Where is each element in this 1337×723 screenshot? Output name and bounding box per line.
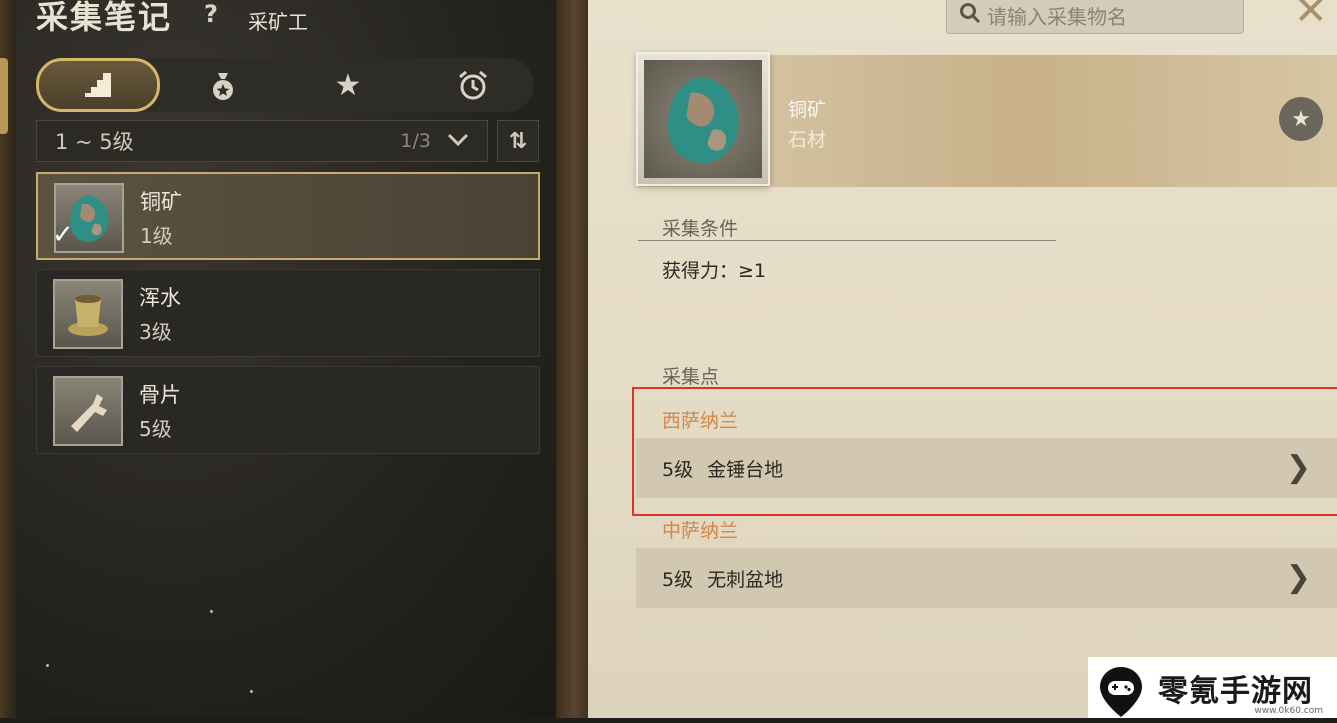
divider xyxy=(638,240,1056,241)
sort-icon: ⇅ xyxy=(508,128,528,154)
region-name: 西萨纳兰 xyxy=(662,410,739,432)
search-icon xyxy=(959,2,981,29)
sort-button[interactable]: ⇅ xyxy=(497,120,539,162)
alarm-clock-icon xyxy=(459,70,487,100)
tab-favorites[interactable]: ★ xyxy=(286,58,410,112)
point-place: 无刺盆地 xyxy=(707,568,784,591)
item-level: 5级 xyxy=(139,417,172,441)
copper-ore-icon xyxy=(644,60,762,178)
gather-point-row[interactable]: 5级 金锤台地 ❯ xyxy=(636,438,1337,498)
point-place: 金锤台地 xyxy=(707,458,784,481)
search-placeholder: 请输入采集物名 xyxy=(987,4,1127,29)
search-input[interactable]: 请输入采集物名 xyxy=(946,0,1244,34)
item-title: 铜矿 xyxy=(788,99,827,121)
bone-fragment-icon xyxy=(53,376,123,446)
level-range-dropdown[interactable]: 1 ~ 5级 1/3 xyxy=(36,120,488,162)
conditions-title: 采集条件 xyxy=(662,218,739,240)
muddy-water-icon xyxy=(53,279,123,349)
item-name: 铜矿 xyxy=(140,190,182,214)
page-indicator: 1/3 xyxy=(400,130,431,152)
point-level: 5级 xyxy=(662,458,694,481)
chevron-right-icon: ❯ xyxy=(1285,450,1311,485)
side-tab-marker[interactable] xyxy=(0,58,8,134)
chevron-right-icon: ❯ xyxy=(1285,560,1311,595)
help-icon[interactable]: ? xyxy=(204,0,218,28)
star-icon: ★ xyxy=(1291,106,1311,132)
stairs-icon xyxy=(85,73,111,97)
region-name: 中萨纳兰 xyxy=(662,520,739,542)
list-item[interactable]: 骨片 5级 xyxy=(36,366,540,454)
level-range-value: 1 ~ 5级 xyxy=(55,130,134,154)
points-title: 采集点 xyxy=(662,366,720,388)
star-icon: ★ xyxy=(334,67,362,103)
item-portrait xyxy=(636,52,770,186)
category-tabs: ★ xyxy=(34,58,534,112)
chevron-down-icon xyxy=(447,131,469,152)
point-level: 5级 xyxy=(662,568,694,591)
gather-point-row[interactable]: 5级 无刺盆地 ❯ xyxy=(636,548,1337,608)
collection-notes-panel: 采集笔记 ? 采矿工 ★ 1 ~ 5级 1/3 ⇅ ✓ 铜矿 1级 浑水 3级 … xyxy=(0,0,575,718)
sparkle xyxy=(250,690,253,693)
item-header: 铜矿 石材 ★ xyxy=(636,52,1337,187)
profession-label: 采矿工 xyxy=(248,10,308,34)
watermark-url: www.0k60.com xyxy=(1254,706,1323,716)
tab-level[interactable] xyxy=(36,58,160,112)
list-item[interactable]: 浑水 3级 xyxy=(36,269,540,357)
conditions-text: 获得力：≥1 xyxy=(662,260,767,282)
list-item[interactable]: ✓ 铜矿 1级 xyxy=(36,172,540,260)
favorite-button[interactable]: ★ xyxy=(1279,97,1323,141)
sparkle xyxy=(210,610,213,613)
tab-bag[interactable] xyxy=(161,58,285,112)
item-detail-panel: 请输入采集物名 ✕ 铜矿 石材 ★ 采集条件 获得力：≥1 采集点 西萨纳兰 5… xyxy=(588,0,1337,718)
page-title: 采集笔记 xyxy=(36,0,173,36)
check-icon: ✓ xyxy=(52,220,74,250)
item-name: 骨片 xyxy=(139,383,181,407)
bag-icon xyxy=(213,73,233,100)
item-level: 1级 xyxy=(140,224,173,248)
book-spine xyxy=(556,0,592,718)
item-level: 3级 xyxy=(139,320,172,344)
close-icon[interactable]: ✕ xyxy=(1294,0,1328,34)
tab-timed[interactable] xyxy=(411,58,535,112)
watermark: 零氪手游网 www.0k60.com xyxy=(1088,657,1337,718)
gamepad-pin-icon xyxy=(1098,665,1144,717)
watermark-text: 零氪手游网 xyxy=(1158,673,1313,709)
sparkle xyxy=(46,664,49,667)
item-name: 浑水 xyxy=(139,286,181,310)
item-type: 石材 xyxy=(788,129,827,151)
